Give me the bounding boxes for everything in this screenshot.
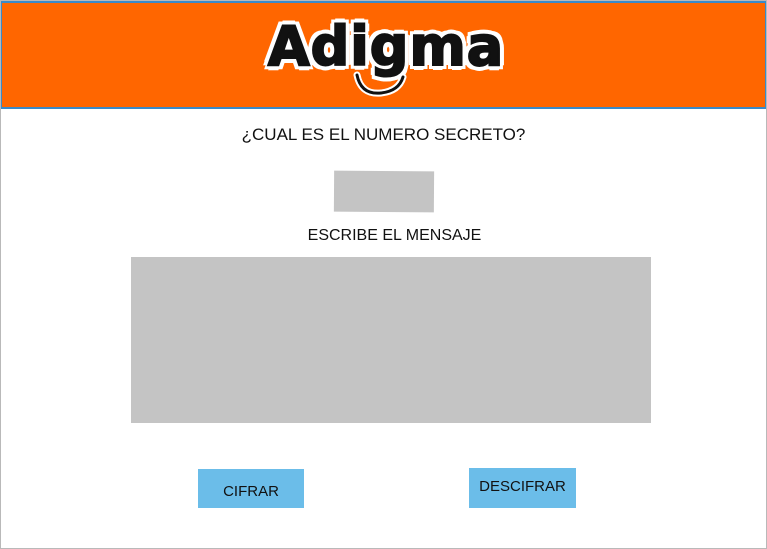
app-window: Adigma ¿CUAL ES EL NUMERO SECRETO? ESCRI…: [0, 0, 767, 549]
logo: Adigma: [266, 14, 506, 101]
message-textarea[interactable]: [131, 257, 651, 423]
logo-text: Adigma: [267, 14, 505, 79]
descifrar-button[interactable]: DESCIFRAR: [469, 468, 576, 508]
cifrar-button[interactable]: CIFRAR: [198, 469, 304, 508]
secret-number-input[interactable]: [333, 170, 435, 213]
header-banner: Adigma: [1, 1, 766, 109]
logo-swirl-decoration: [353, 71, 407, 97]
secret-number-label: ¿CUAL ES EL NUMERO SECRETO?: [241, 125, 526, 144]
message-label: ESCRIBE EL MENSAJE: [307, 227, 482, 244]
